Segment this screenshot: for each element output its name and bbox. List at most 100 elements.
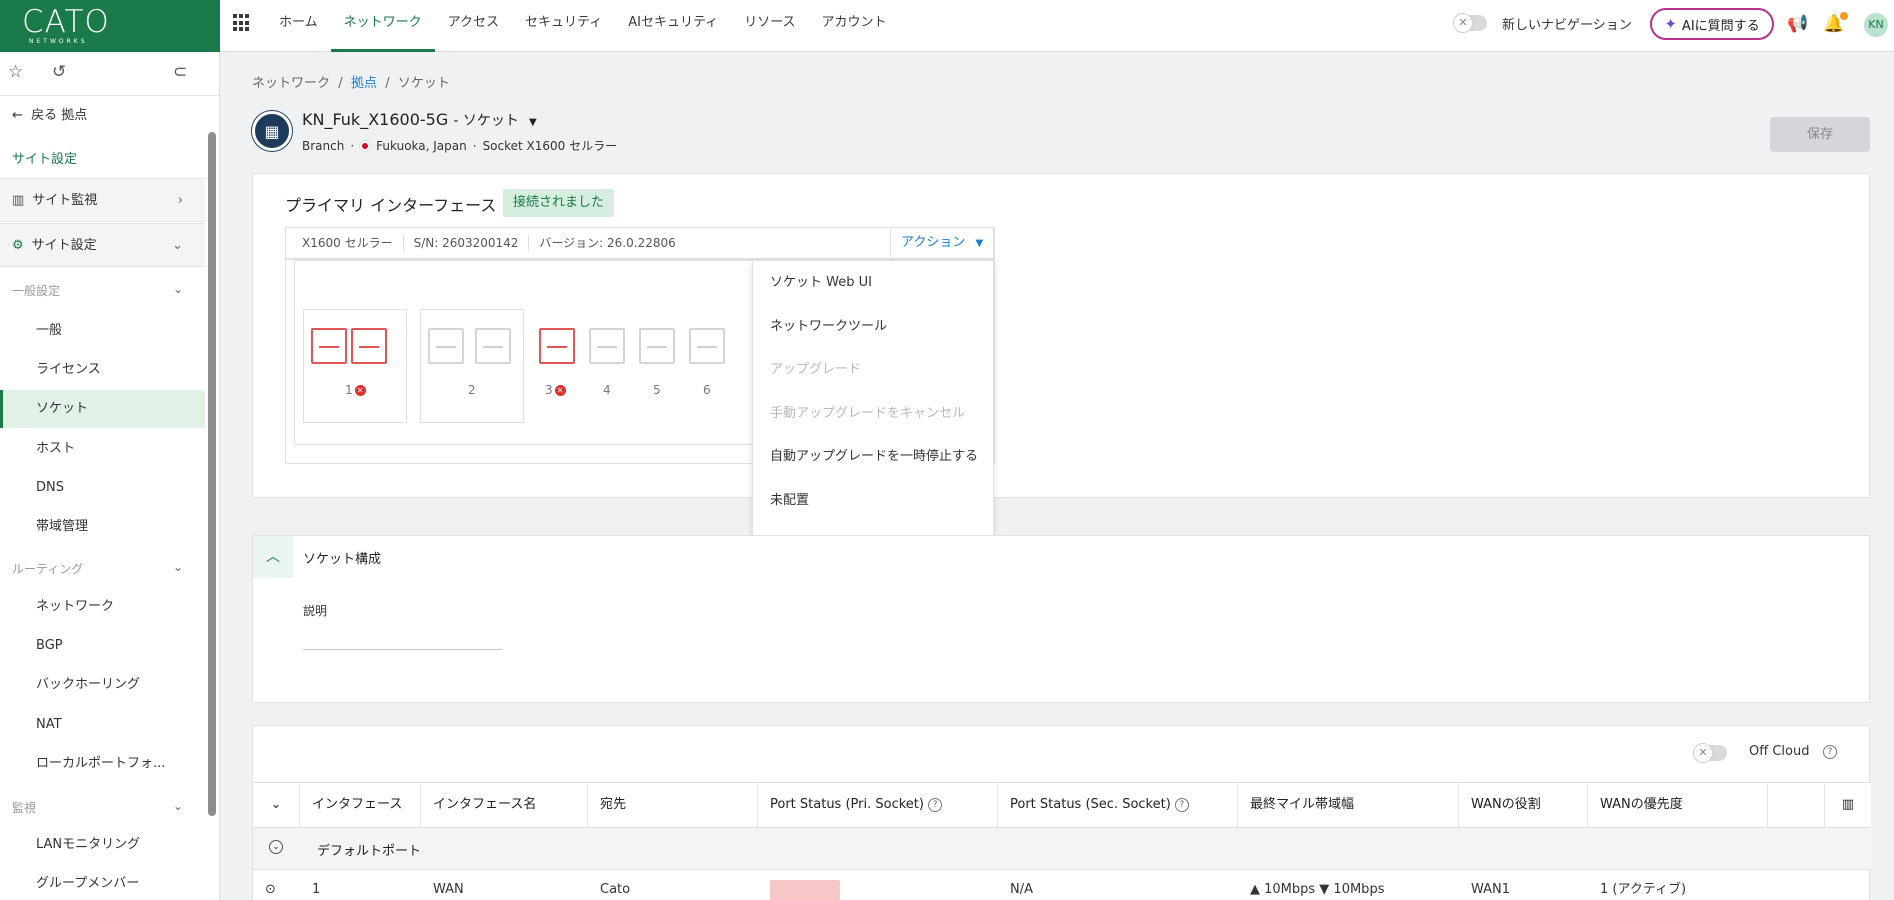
port-group-2[interactable] xyxy=(420,309,524,423)
col-port-status-sec[interactable]: Port Status (Sec. Socket) ? xyxy=(998,783,1238,827)
back-link[interactable]: ← 戻る 拠点 xyxy=(12,104,217,123)
sidebar-item-bgp[interactable]: BGP xyxy=(0,627,205,665)
help-icon[interactable]: ? xyxy=(1174,797,1189,812)
port-group-1[interactable] xyxy=(303,309,407,423)
status-badge xyxy=(770,879,840,900)
sparkle-icon: ✦ xyxy=(1664,15,1677,33)
nav-resources[interactable]: リソース xyxy=(731,0,808,52)
building-icon: ▦ xyxy=(252,111,292,151)
nav-ai-security[interactable]: AIセキュリティ xyxy=(615,0,731,52)
sidebar-item-network[interactable]: ネットワーク xyxy=(0,588,205,626)
description-input[interactable] xyxy=(303,622,503,650)
sidebar-item-backhauling[interactable]: バックホーリング xyxy=(0,666,205,704)
row-expand-icon[interactable]: ⊙ xyxy=(253,870,300,900)
sidebar-group-settings[interactable]: ⚙ サイト設定 ⌄ xyxy=(0,223,205,267)
cell-port-status-pri xyxy=(758,870,998,900)
collapse-sidebar-icon[interactable]: ⊂ xyxy=(173,62,187,82)
apps-grid-icon[interactable] xyxy=(233,14,251,32)
help-icon[interactable]: ? xyxy=(928,797,943,812)
sidebar-item-bandwidth[interactable]: 帯域管理 xyxy=(0,508,205,546)
cell-bandwidth: ▲ 10Mbps ▼ 10Mbps xyxy=(1250,882,1385,897)
nav-network[interactable]: ネットワーク xyxy=(330,0,435,52)
sidebar-item-license[interactable]: ライセンス xyxy=(0,351,205,389)
off-cloud-toggle[interactable]: ✕ xyxy=(1693,743,1727,763)
sidebar-item-group-members[interactable]: グループメンバー xyxy=(0,865,205,900)
nav-account[interactable]: アカウント xyxy=(809,0,900,52)
sidebar-scrollbar[interactable] xyxy=(208,132,216,816)
ethernet-port-icon[interactable] xyxy=(639,328,675,364)
toggle-off-icon: ✕ xyxy=(1693,743,1713,763)
sim-port-icon[interactable] xyxy=(589,328,625,364)
col-port-status-pri[interactable]: Port Status (Pri. Socket) ? xyxy=(758,783,998,827)
col-interface-name[interactable]: インタフェース名 xyxy=(421,783,588,827)
breadcrumb-separator: / xyxy=(338,76,343,91)
breadcrumb-sites[interactable]: 拠点 xyxy=(351,76,377,91)
sidebar-item-general[interactable]: 一般 xyxy=(0,312,205,350)
action-dropdown-button[interactable]: アクション ▼ xyxy=(890,227,994,259)
section-general[interactable]: 一般設定 ⌄ xyxy=(0,282,205,299)
port-number: 1 ✕ xyxy=(345,383,366,397)
port-number: 2 xyxy=(468,383,476,397)
chevron-right-icon: › xyxy=(177,193,183,208)
ethernet-port-icon[interactable] xyxy=(689,328,725,364)
main-nav: ホーム ネットワーク アクセス セキュリティ AIセキュリティ リソース アカウ… xyxy=(266,0,900,52)
cato-logo[interactable]: CATO NETWORKS xyxy=(0,0,220,52)
sidebar-item-socket[interactable]: ソケット xyxy=(0,390,205,428)
back-label: 戻る 拠点 xyxy=(31,108,88,123)
group-row-default-ports[interactable]: ⌄ デフォルトポート xyxy=(253,828,1871,870)
sidebar-item-nat[interactable]: NAT xyxy=(0,706,205,744)
star-icon[interactable]: ☆ xyxy=(8,62,23,82)
port-number: 6 xyxy=(703,383,711,397)
site-title[interactable]: KN_Fuk_X1600-5G - ソケット ▼ xyxy=(302,110,537,130)
menu-item-socket-web-ui[interactable]: ソケット Web UI xyxy=(753,261,993,305)
menu-item-network-tools[interactable]: ネットワークツール xyxy=(753,305,993,349)
sidebar-item-host[interactable]: ホスト xyxy=(0,430,205,468)
nav-security[interactable]: セキュリティ xyxy=(512,0,615,52)
user-avatar[interactable]: KN xyxy=(1864,13,1888,37)
col-wan-priority[interactable]: WANの優先度 xyxy=(1588,783,1768,827)
ask-ai-button[interactable]: ✦ AIに質問する xyxy=(1650,8,1774,40)
chevron-down-icon: ⌄ xyxy=(172,238,183,253)
group-label: サイト監視 xyxy=(32,193,98,208)
ethernet-port-icon xyxy=(351,328,387,364)
sidebar-item-lan-monitoring[interactable]: LANモニタリング xyxy=(0,826,205,864)
section-routing[interactable]: ルーティング ⌄ xyxy=(0,560,205,577)
breadcrumb-network[interactable]: ネットワーク xyxy=(252,76,330,91)
sidebar-toolbar: ☆ ↺ ⊂ xyxy=(0,52,219,96)
breadcrumb-separator: / xyxy=(385,76,390,91)
sim-port-icon[interactable] xyxy=(539,328,575,364)
expand-all-icon[interactable]: ⌄ xyxy=(253,783,300,827)
new-navigation-toggle[interactable]: ✕ xyxy=(1453,13,1487,33)
nav-access[interactable]: アクセス xyxy=(435,0,512,52)
site-type: Branch xyxy=(302,138,345,153)
help-icon[interactable]: ? xyxy=(1823,745,1837,759)
megaphone-icon[interactable]: 📢 xyxy=(1787,13,1809,35)
col-interface[interactable]: インタフェース xyxy=(300,783,421,827)
off-cloud-label: Off Cloud xyxy=(1749,744,1810,759)
chevron-down-circle-icon[interactable]: ⌄ xyxy=(269,840,283,854)
col-wan-role[interactable]: WANの役割 xyxy=(1459,783,1588,827)
sidebar-item-dns[interactable]: DNS xyxy=(0,469,205,507)
top-bar: CATO NETWORKS ホーム ネットワーク アクセス セキュリティ AIセ… xyxy=(0,0,1894,52)
description-label: 説明 xyxy=(303,604,328,618)
sidebar-group-monitor[interactable]: ▥ サイト監視 › xyxy=(0,178,205,222)
section-monitoring[interactable]: 監視 ⌄ xyxy=(0,799,205,816)
new-navigation-label: 新しいナビゲーション xyxy=(1502,18,1632,33)
col-destination[interactable]: 宛先 xyxy=(588,783,758,827)
col-bandwidth[interactable]: 最終マイル帯域幅 xyxy=(1238,783,1459,827)
breadcrumb-socket: ソケット xyxy=(397,76,450,91)
chevron-up-icon[interactable]: ︿ xyxy=(253,536,293,578)
menu-item-pause-auto-upgrade[interactable]: 自動アップグレードを一時停止する xyxy=(753,435,993,479)
nav-home[interactable]: ホーム xyxy=(266,0,331,52)
save-button[interactable]: 保存 xyxy=(1770,117,1870,152)
sidebar-item-local-port-forwarding[interactable]: ローカルポートフォ... xyxy=(0,745,205,783)
table-row[interactable]: ⊙ 1 WAN Cato N/A ▲ 10Mbps ▼ 10Mbps WAN1 … xyxy=(253,870,1871,900)
sidebar: ☆ ↺ ⊂ ← 戻る 拠点 サイト設定 ▥ サイト監視 › ⚙ サイト設定 ⌄ 一般… xyxy=(0,52,220,900)
port-number: 4 xyxy=(603,383,611,397)
breadcrumb: ネットワーク / 拠点 / ソケット xyxy=(252,72,450,91)
columns-icon[interactable]: ▥ xyxy=(1825,783,1871,827)
history-icon[interactable]: ↺ xyxy=(52,62,66,82)
menu-item-unassigned[interactable]: 未配置 xyxy=(753,479,993,523)
cell-wan-priority: 1 (アクティブ) xyxy=(1600,882,1687,897)
chevron-down-icon: ⌄ xyxy=(172,282,183,296)
